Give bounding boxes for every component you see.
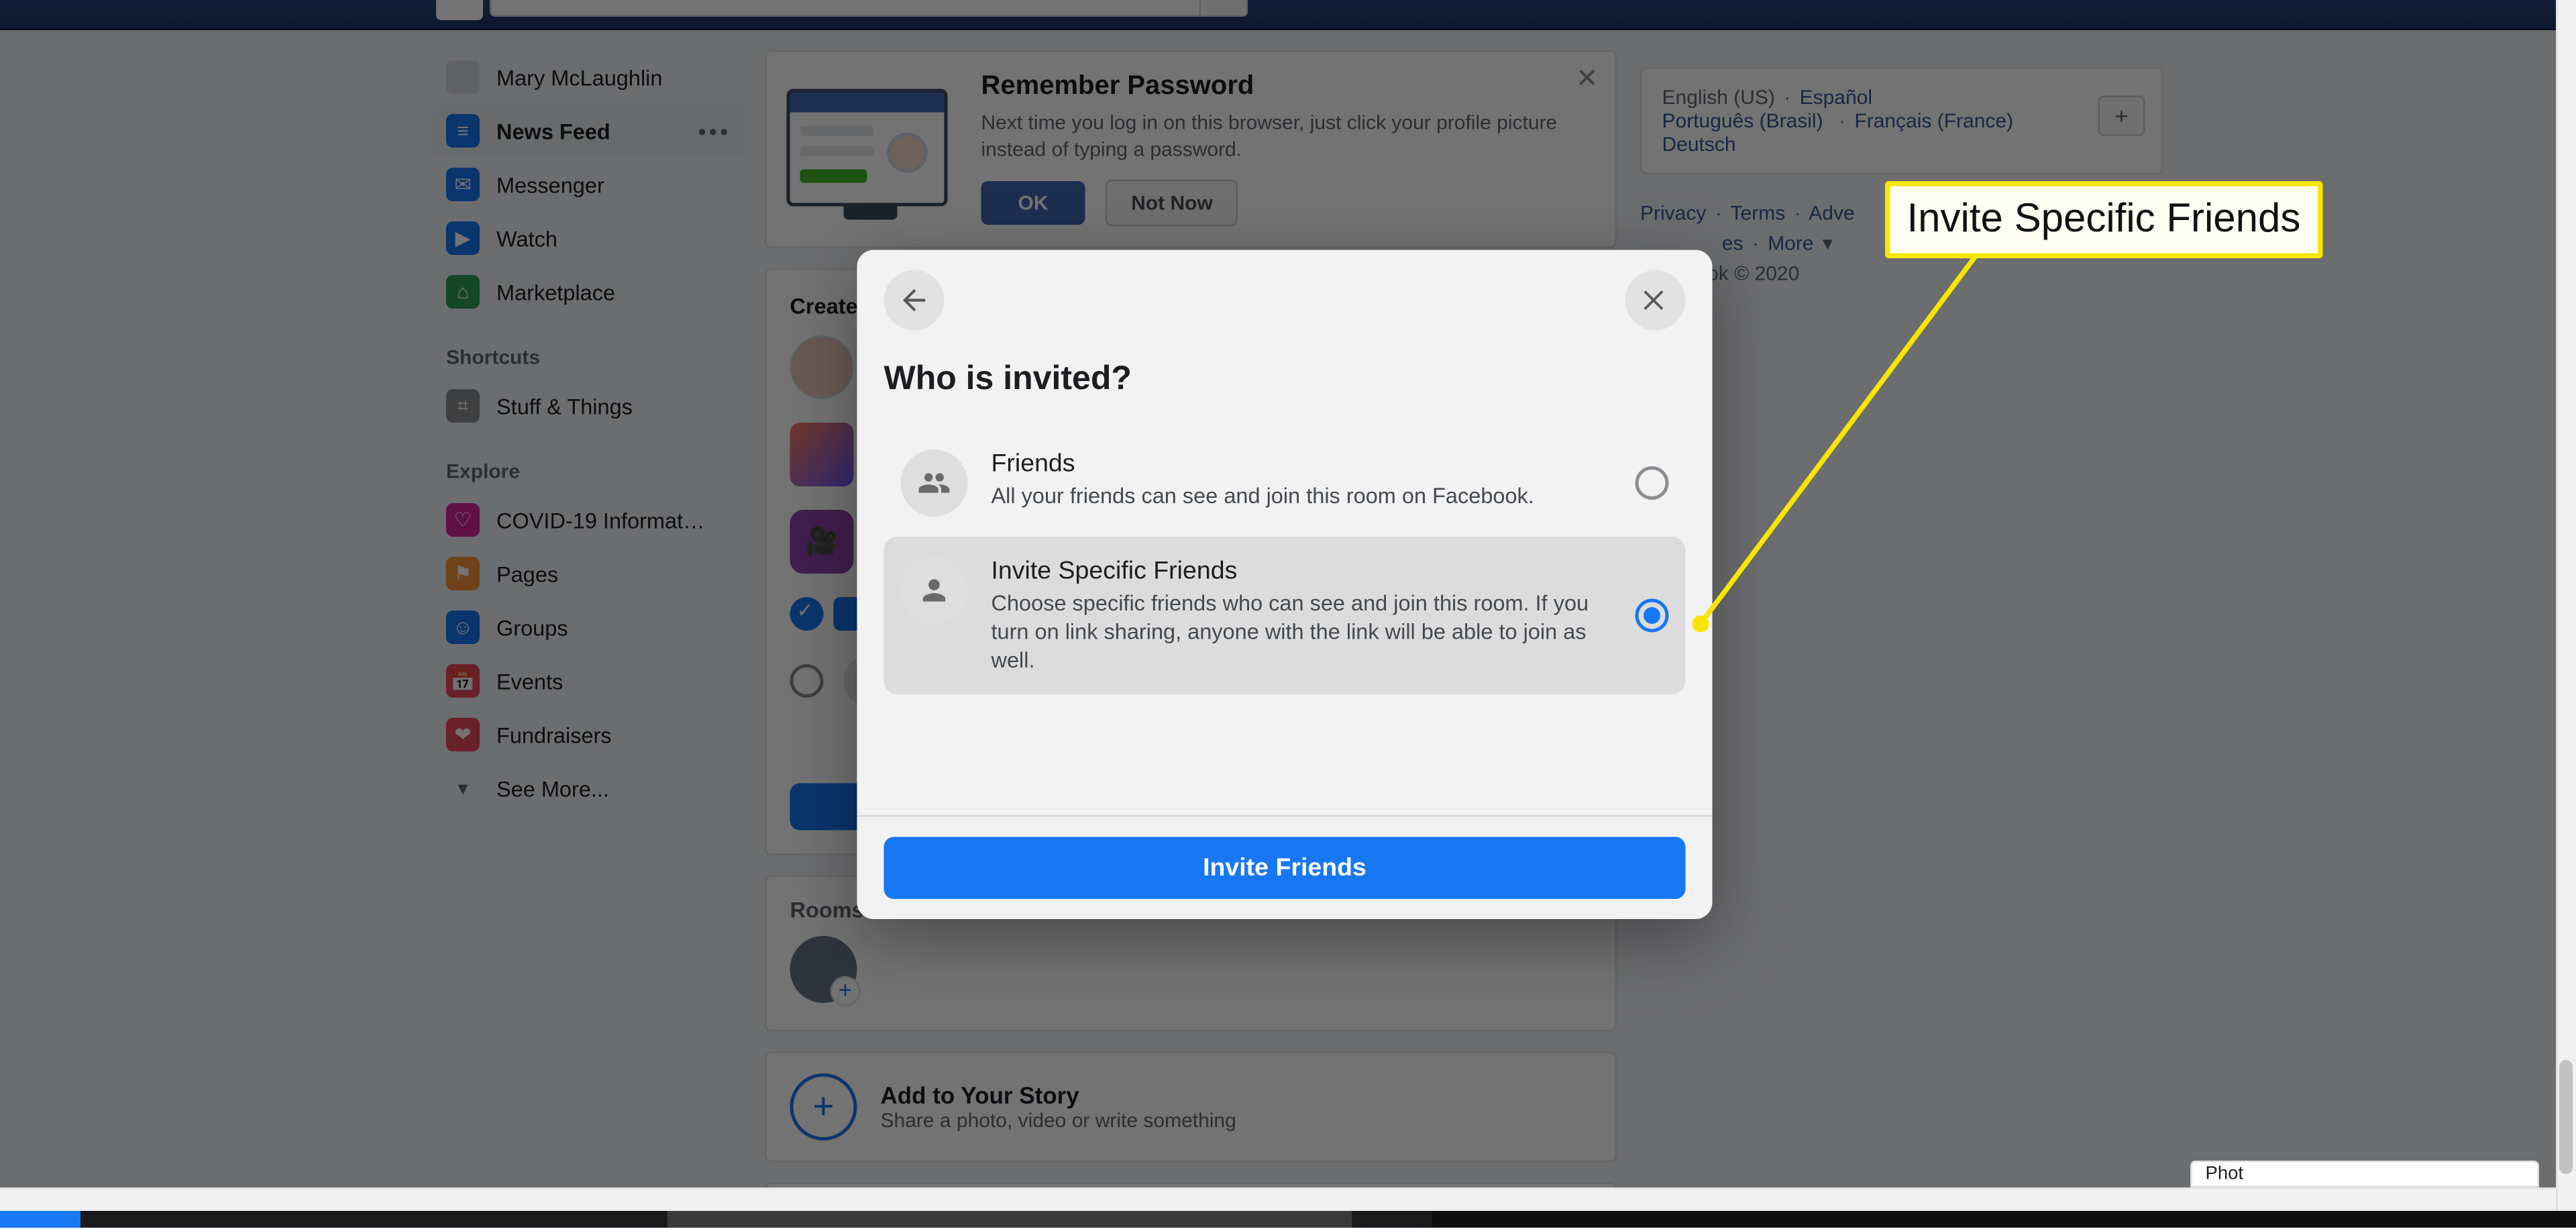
close-icon (1640, 285, 1670, 315)
invite-friends-button[interactable]: Invite Friends (884, 837, 1686, 900)
close-button[interactable] (1625, 270, 1686, 331)
radio-friends[interactable] (1635, 466, 1669, 500)
photo-dock-label: Phot (2206, 1164, 2244, 1184)
callout-endpoint (1693, 616, 1709, 633)
arrow-left-icon (898, 284, 931, 317)
who-is-invited-dialog: Who is invited? Friends All your friends… (857, 250, 1713, 920)
friends-icon (901, 449, 968, 517)
option-friends[interactable]: Friends All your friends can see and joi… (884, 429, 1686, 537)
os-taskbar (0, 1211, 2576, 1228)
option-invite-specific[interactable]: Invite Specific Friends Choose specific … (884, 537, 1686, 694)
horizontal-scrollbar[interactable] (0, 1187, 2556, 1211)
option-specific-desc: Choose specific friends who can see and … (991, 589, 1612, 675)
option-friends-desc: All your friends can see and join this r… (991, 482, 1612, 511)
callout-label: Invite Specific Friends (1885, 181, 2322, 258)
photo-dock-tab[interactable]: Phot (2190, 1161, 2539, 1187)
vertical-scrollbar[interactable] (2556, 0, 2576, 1211)
back-button[interactable] (884, 270, 945, 331)
option-specific-title: Invite Specific Friends (991, 557, 1612, 586)
radio-invite-specific[interactable] (1635, 599, 1669, 633)
vertical-scroll-thumb[interactable] (2559, 1060, 2573, 1174)
person-icon (901, 557, 968, 624)
option-friends-title: Friends (991, 449, 1612, 478)
dialog-title: Who is invited? (884, 361, 1686, 400)
